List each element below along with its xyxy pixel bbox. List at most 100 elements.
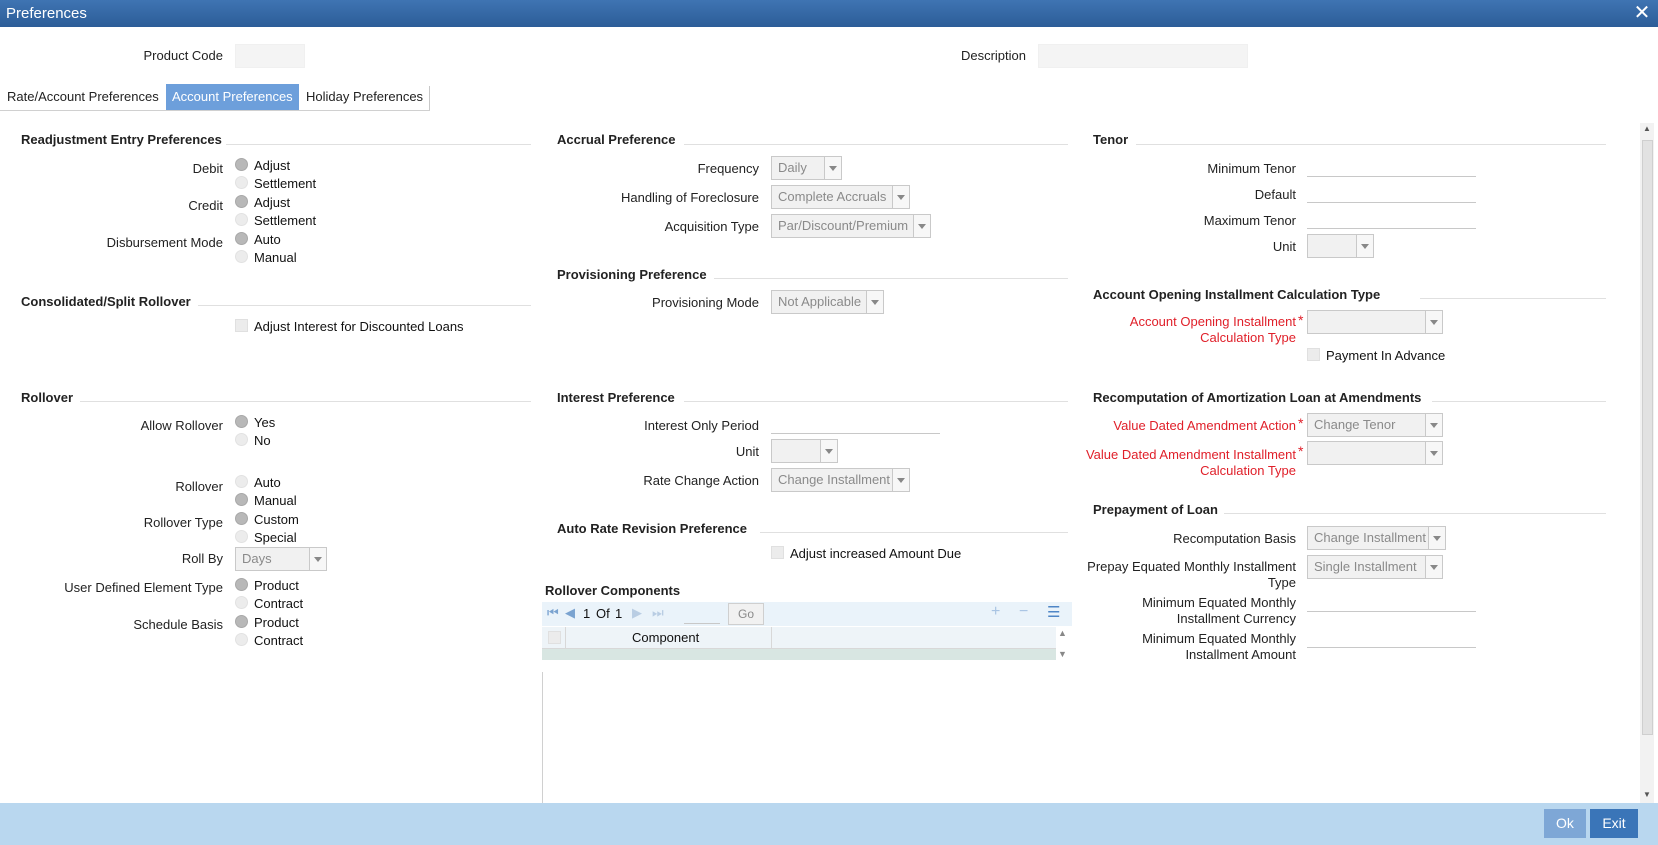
table-scroll-down-icon[interactable]: ▼ bbox=[1058, 649, 1067, 659]
roll-by-select[interactable]: Days bbox=[235, 547, 327, 571]
dropdown-arrow-icon[interactable] bbox=[1425, 311, 1442, 333]
scroll-up-icon[interactable]: ▲ bbox=[1643, 124, 1651, 133]
dropdown-arrow-icon[interactable] bbox=[1425, 414, 1442, 436]
rollover-label: Rollover bbox=[175, 479, 223, 494]
required-asterisk: * bbox=[1298, 415, 1304, 431]
disbursement-manual-radio[interactable] bbox=[235, 250, 248, 263]
recomputation-basis-select[interactable]: Change Installment bbox=[1307, 526, 1446, 550]
prepay-emi-type-select[interactable]: Single Installment bbox=[1307, 555, 1443, 579]
required-asterisk: * bbox=[1298, 443, 1304, 459]
recompute-section-title: Recomputation of Amortization Loan at Am… bbox=[1093, 390, 1422, 405]
scrollbar-thumb[interactable] bbox=[1642, 140, 1653, 735]
next-page-icon[interactable]: ▶ bbox=[632, 605, 642, 621]
interest-only-period-input[interactable] bbox=[771, 414, 940, 434]
allow-rollover-yes-radio[interactable] bbox=[235, 415, 248, 428]
rollover-type-special-label: Special bbox=[254, 530, 297, 545]
minimum-tenor-input[interactable] bbox=[1307, 157, 1476, 177]
tab-divider bbox=[429, 86, 430, 110]
adjust-increased-amount-checkbox[interactable] bbox=[771, 546, 784, 559]
rollover-type-label: Rollover Type bbox=[143, 515, 223, 530]
credit-settlement-radio[interactable] bbox=[235, 213, 248, 226]
value-dated-installment-select[interactable] bbox=[1307, 441, 1443, 465]
foreclosure-select[interactable]: Complete Accruals bbox=[771, 185, 910, 209]
table-row[interactable] bbox=[542, 649, 1056, 660]
dropdown-arrow-icon[interactable] bbox=[892, 186, 909, 208]
first-page-icon[interactable]: ⏮ bbox=[547, 605, 559, 621]
rate-change-action-select[interactable]: Change Installment bbox=[771, 468, 910, 492]
adjust-interest-checkbox[interactable] bbox=[235, 319, 248, 332]
rollover-auto-radio[interactable] bbox=[235, 475, 248, 488]
credit-adjust-radio[interactable] bbox=[235, 195, 248, 208]
acquisition-type-select[interactable]: Par/Discount/Premium bbox=[771, 214, 931, 238]
value-dated-installment-label-line1: Value Dated Amendment Installment bbox=[1085, 447, 1296, 462]
allow-rollover-no-radio[interactable] bbox=[235, 433, 248, 446]
dropdown-arrow-icon[interactable] bbox=[866, 291, 883, 313]
disbursement-auto-radio[interactable] bbox=[235, 232, 248, 245]
add-row-icon[interactable]: + bbox=[991, 603, 1000, 621]
frequency-select[interactable]: Daily bbox=[771, 156, 842, 180]
acct-open-section-title: Account Opening Installment Calculation … bbox=[1093, 287, 1381, 302]
ude-contract-radio[interactable] bbox=[235, 596, 248, 609]
min-emi-currency-label-line1: Minimum Equated Monthly bbox=[1142, 595, 1296, 610]
interest-unit-select[interactable] bbox=[771, 439, 838, 463]
scroll-down-icon[interactable]: ▼ bbox=[1643, 790, 1651, 799]
rollover-type-custom-radio[interactable] bbox=[235, 512, 248, 525]
recomputation-basis-value: Change Installment bbox=[1314, 530, 1427, 545]
schedule-contract-radio[interactable] bbox=[235, 633, 248, 646]
table-scroll-up-icon[interactable]: ▲ bbox=[1058, 628, 1067, 638]
adjust-interest-label: Adjust Interest for Discounted Loans bbox=[254, 319, 464, 334]
single-view-icon[interactable]: ☰ bbox=[1047, 603, 1060, 621]
dropdown-arrow-icon[interactable] bbox=[824, 157, 841, 179]
maximum-tenor-input[interactable] bbox=[1307, 209, 1476, 229]
product-code-field[interactable] bbox=[235, 44, 305, 68]
dropdown-arrow-icon[interactable] bbox=[1425, 556, 1442, 578]
dropdown-arrow-icon[interactable] bbox=[820, 440, 837, 462]
acct-open-calc-type-select[interactable] bbox=[1307, 310, 1443, 334]
tab-rate-account-preferences[interactable]: Rate/Account Preferences bbox=[1, 84, 165, 110]
tab-holiday-preferences[interactable]: Holiday Preferences bbox=[300, 84, 429, 110]
footer-bar bbox=[0, 803, 1658, 845]
prepay-section-title: Prepayment of Loan bbox=[1093, 502, 1218, 517]
delete-row-icon[interactable]: − bbox=[1019, 603, 1028, 621]
rollover-manual-radio[interactable] bbox=[235, 493, 248, 506]
page-number-input[interactable] bbox=[684, 604, 720, 624]
ok-button[interactable]: Ok bbox=[1544, 809, 1586, 838]
description-field[interactable] bbox=[1038, 44, 1248, 68]
tab-account-preferences[interactable]: Account Preferences bbox=[166, 84, 299, 110]
last-page-icon[interactable]: ⏭ bbox=[652, 605, 664, 621]
payment-in-advance-checkbox[interactable] bbox=[1307, 348, 1320, 361]
column-divider bbox=[565, 627, 566, 649]
ude-product-label: Product bbox=[254, 578, 299, 593]
min-emi-currency-input[interactable] bbox=[1307, 592, 1476, 612]
debit-settlement-radio[interactable] bbox=[235, 176, 248, 189]
debit-adjust-label: Adjust bbox=[254, 158, 291, 173]
value-dated-action-label: Value Dated Amendment Action bbox=[1113, 418, 1296, 433]
dropdown-arrow-icon[interactable] bbox=[892, 469, 909, 491]
exit-button[interactable]: Exit bbox=[1590, 809, 1638, 838]
provisioning-mode-select[interactable]: Not Applicable bbox=[771, 290, 884, 314]
prev-page-icon[interactable]: ◀ bbox=[565, 605, 575, 621]
close-icon[interactable]: ✕ bbox=[1632, 0, 1652, 27]
debit-adjust-radio[interactable] bbox=[235, 158, 248, 171]
provisioning-mode-label: Provisioning Mode bbox=[652, 295, 759, 310]
rollover-type-special-radio[interactable] bbox=[235, 530, 248, 543]
default-tenor-input[interactable] bbox=[1307, 183, 1476, 203]
rate-change-action-value: Change Installment bbox=[778, 472, 891, 487]
roll-by-label: Roll By bbox=[181, 551, 223, 566]
ude-product-radio[interactable] bbox=[235, 578, 248, 591]
dropdown-arrow-icon[interactable] bbox=[1356, 235, 1373, 257]
readjustment-section-title: Readjustment Entry Preferences bbox=[21, 132, 222, 147]
component-column-header[interactable]: Component bbox=[632, 630, 699, 645]
dropdown-arrow-icon[interactable] bbox=[913, 215, 930, 237]
value-dated-action-select[interactable]: Change Tenor bbox=[1307, 413, 1443, 437]
interest-section-title: Interest Preference bbox=[557, 390, 675, 405]
dropdown-arrow-icon[interactable] bbox=[1428, 527, 1445, 549]
dropdown-arrow-icon[interactable] bbox=[1425, 442, 1442, 464]
min-emi-amount-input[interactable] bbox=[1307, 628, 1476, 648]
dropdown-arrow-icon[interactable] bbox=[309, 548, 326, 570]
component-table-header bbox=[542, 627, 1056, 649]
select-all-checkbox[interactable] bbox=[548, 631, 561, 644]
tenor-unit-select[interactable] bbox=[1307, 234, 1374, 258]
go-button[interactable]: Go bbox=[728, 603, 764, 625]
schedule-product-radio[interactable] bbox=[235, 615, 248, 628]
